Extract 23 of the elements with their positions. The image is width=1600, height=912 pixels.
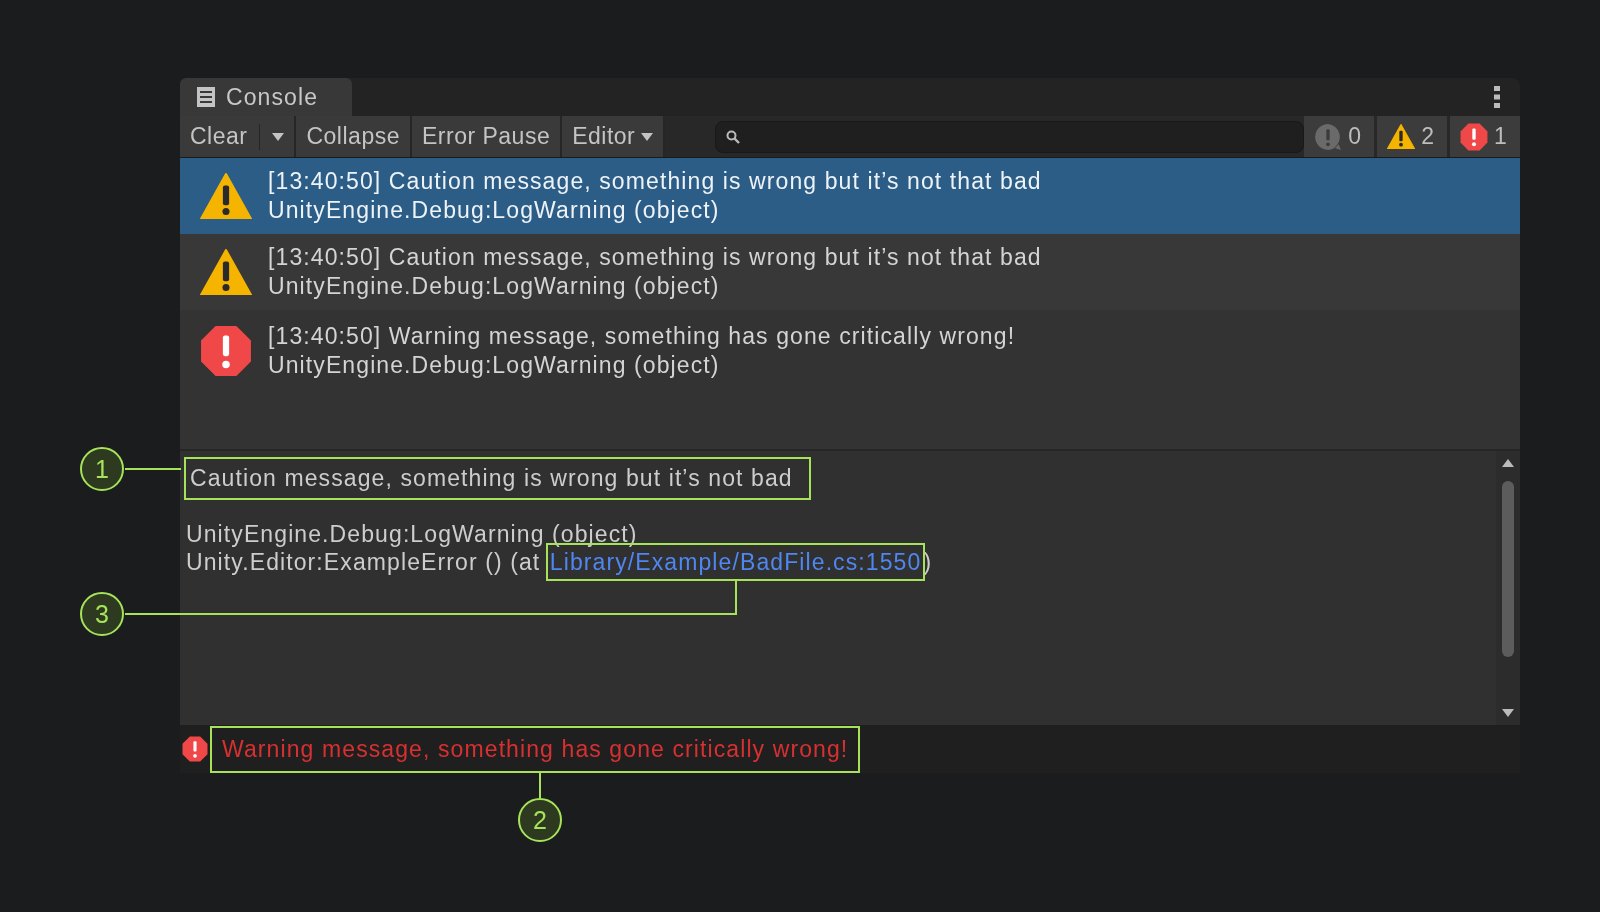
clear-button[interactable]: Clear — [180, 116, 297, 157]
status-message: Warning message, something has gone critically wrong! — [212, 727, 859, 771]
stack-trace-line: Unity.Editor:ExampleError () (at Library/Example/BadFile.cs:1550) — [186, 548, 1490, 576]
callout-marker: 1 — [80, 447, 124, 491]
log-source: UnityEngine.Debug:LogWarning (object) — [268, 197, 721, 224]
stack-trace-line: UnityEngine.Debug:LogWarning (object) — [186, 520, 639, 548]
callout-marker: 3 — [80, 592, 124, 636]
log-message: [13:40:50] Caution message, something is wrong but it’s not that bad — [268, 168, 1042, 195]
detail-message: Caution message, something is wrong but it’s not bad — [186, 459, 809, 498]
toolbar-button[interactable]: Error Pause — [411, 116, 563, 157]
counter-toggle[interactable]: 0 — [1304, 116, 1375, 157]
log-message: [13:40:50] Warning message, something has gone critically wrong! — [268, 323, 1016, 350]
log-entry[interactable]: [13:40:50] Caution message, something is wrong but it’s not that bad UnityEngine.Debug:LogWarning (object) — [180, 158, 1520, 234]
counter-toggle[interactable]: 2 — [1377, 116, 1448, 157]
log-source: UnityEngine.Debug:LogWarning (object) — [268, 273, 721, 300]
log-message: [13:40:50] Caution message, something is wrong but it’s not that bad — [268, 244, 1042, 271]
console-tab[interactable]: Console — [180, 78, 352, 116]
log-entry[interactable]: [13:40:50] Caution message, something is wrong but it’s not that bad UnityEngine.Debug:LogWarning (object) — [180, 234, 1520, 310]
dropdown-button[interactable]: Editor — [562, 116, 666, 157]
log-source: UnityEngine.Debug:LogWarning (object) — [268, 352, 721, 379]
callout-marker: 2 — [518, 798, 562, 842]
counter-toggle[interactable]: 1 — [1450, 116, 1520, 157]
toolbar-button[interactable]: Collapse — [296, 116, 412, 157]
